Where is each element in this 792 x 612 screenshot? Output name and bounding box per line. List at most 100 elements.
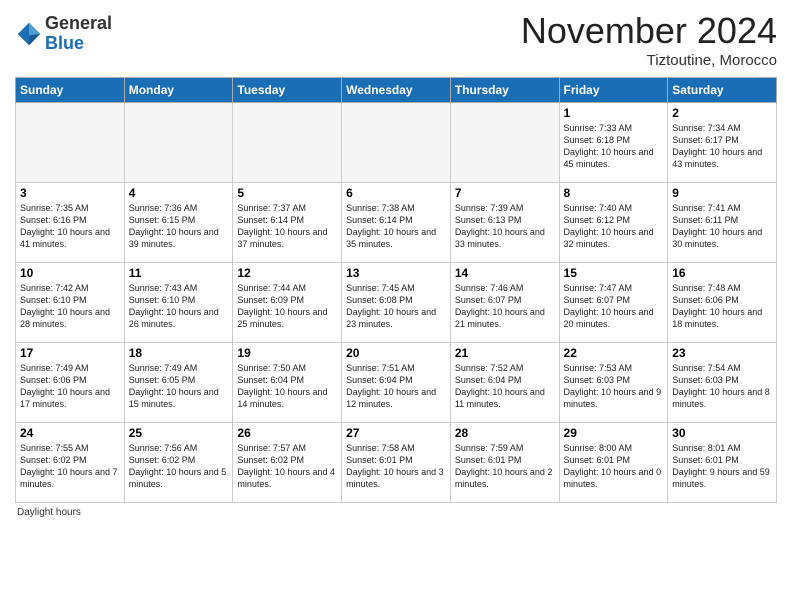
day-info: Sunrise: 7:42 AM Sunset: 6:10 PM Dayligh… [20,282,120,331]
calendar-cell: 11Sunrise: 7:43 AM Sunset: 6:10 PM Dayli… [124,263,233,343]
calendar-cell: 26 Sunrise: 7:57 AM Sunset: 6:02 PM Dayli… [233,423,342,503]
day-number: 8 [564,186,664,200]
day-info: Sunrise: 7:40 AM Sunset: 6:12 PM Dayligh… [564,202,664,251]
day-number: 10 [20,266,120,280]
week-row-2: 10 Sunrise: 7:42 AM Sunset: 6:10 PM Dayli… [16,263,777,343]
day-number: 5 [237,186,337,200]
calendar-cell: 27Sunrise: 7:58 AM Sunset: 6:01 PM Dayli… [342,423,451,503]
calendar-cell: 12 Sunrise: 7:44 AM Sunset: 6:09 PM Dayli… [233,263,342,343]
day-number: 20 [346,346,446,360]
day-header-sunday: Sunday [16,78,125,103]
day-number: 30 [672,426,772,440]
calendar-cell: 15 Sunrise: 7:47 AM Sunset: 6:07 PM Dayli… [559,263,668,343]
page-container: General Blue November 2024 Tiztoutine, M… [0,0,792,528]
day-info: Sunrise: 8:00 AM Sunset: 6:01 PM Dayligh… [564,442,664,491]
calendar-cell: 7 Sunrise: 7:39 AM Sunset: 6:13 PM Daylig… [450,183,559,263]
day-number: 16 [672,266,772,280]
day-info: Sunrise: 7:53 AM Sunset: 6:03 PM Dayligh… [564,362,664,411]
day-info: Sunrise: 7:55 AM Sunset: 6:02 PM Dayligh… [20,442,120,491]
logo-blue: Blue [45,33,84,53]
day-info: Sunrise: 7:36 AM Sunset: 6:15 PM Dayligh… [129,202,229,251]
day-info: Sunrise: 7:47 AM Sunset: 6:07 PM Dayligh… [564,282,664,331]
calendar-cell: 6Sunrise: 7:38 AM Sunset: 6:14 PM Daylig… [342,183,451,263]
calendar-cell: 19Sunrise: 7:50 AM Sunset: 6:04 PM Dayli… [233,343,342,423]
day-number: 18 [129,346,229,360]
calendar-cell: 20 Sunrise: 7:51 AM Sunset: 6:04 PM Dayli… [342,343,451,423]
day-number: 3 [20,186,120,200]
calendar-cell [342,103,451,183]
day-number: 13 [346,266,446,280]
calendar-cell [124,103,233,183]
calendar-table: SundayMondayTuesdayWednesdayThursdayFrid… [15,77,777,503]
day-header-friday: Friday [559,78,668,103]
week-row-1: 3 Sunrise: 7:35 AM Sunset: 6:16 PM Daylig… [16,183,777,263]
day-number: 29 [564,426,664,440]
title-block: November 2024 Tiztoutine, Morocco [521,10,777,69]
day-info: Sunrise: 7:51 AM Sunset: 6:04 PM Dayligh… [346,362,446,411]
day-number: 24 [20,426,120,440]
day-number: 21 [455,346,555,360]
day-info: Sunrise: 7:52 AM Sunset: 6:04 PM Dayligh… [455,362,555,411]
calendar-header-row: SundayMondayTuesdayWednesdayThursdayFrid… [16,78,777,103]
day-number: 11 [129,266,229,280]
day-info: Sunrise: 7:59 AM Sunset: 6:01 PM Dayligh… [455,442,555,491]
header: General Blue November 2024 Tiztoutine, M… [15,10,777,69]
calendar-cell: 14 Sunrise: 7:46 AM Sunset: 6:07 PM Dayli… [450,263,559,343]
logo: General Blue [15,14,112,54]
day-info: Sunrise: 7:37 AM Sunset: 6:14 PM Dayligh… [237,202,337,251]
day-header-wednesday: Wednesday [342,78,451,103]
day-number: 22 [564,346,664,360]
day-info: Sunrise: 7:39 AM Sunset: 6:13 PM Dayligh… [455,202,555,251]
calendar-cell [450,103,559,183]
day-number: 17 [20,346,120,360]
month-title: November 2024 [521,10,777,52]
day-info: Sunrise: 7:35 AM Sunset: 6:16 PM Dayligh… [20,202,120,251]
logo-text: General Blue [45,14,112,54]
day-info: Sunrise: 7:34 AM Sunset: 6:17 PM Dayligh… [672,122,772,171]
calendar-cell: 30 Sunrise: 8:01 AM Sunset: 6:01 PM Dayli… [668,423,777,503]
day-info: Sunrise: 7:33 AM Sunset: 6:18 PM Dayligh… [564,122,664,171]
day-info: Sunrise: 7:48 AM Sunset: 6:06 PM Dayligh… [672,282,772,331]
day-number: 23 [672,346,772,360]
calendar-cell: 1Sunrise: 7:33 AM Sunset: 6:18 PM Daylig… [559,103,668,183]
calendar-cell: 21 Sunrise: 7:52 AM Sunset: 6:04 PM Dayli… [450,343,559,423]
day-number: 6 [346,186,446,200]
day-number: 14 [455,266,555,280]
calendar-cell: 25Sunrise: 7:56 AM Sunset: 6:02 PM Dayli… [124,423,233,503]
day-number: 7 [455,186,555,200]
calendar-cell: 3 Sunrise: 7:35 AM Sunset: 6:16 PM Daylig… [16,183,125,263]
day-header-monday: Monday [124,78,233,103]
calendar-cell: 17 Sunrise: 7:49 AM Sunset: 6:06 PM Dayli… [16,343,125,423]
day-number: 28 [455,426,555,440]
calendar-cell: 18 Sunrise: 7:49 AM Sunset: 6:05 PM Dayli… [124,343,233,423]
day-info: Sunrise: 8:01 AM Sunset: 6:01 PM Dayligh… [672,442,772,491]
day-info: Sunrise: 7:49 AM Sunset: 6:06 PM Dayligh… [20,362,120,411]
day-number: 27 [346,426,446,440]
calendar-cell: 22 Sunrise: 7:53 AM Sunset: 6:03 PM Dayli… [559,343,668,423]
day-number: 12 [237,266,337,280]
day-header-saturday: Saturday [668,78,777,103]
calendar-cell: 23 Sunrise: 7:54 AM Sunset: 6:03 PM Dayli… [668,343,777,423]
logo-icon [15,20,43,48]
week-row-0: 1Sunrise: 7:33 AM Sunset: 6:18 PM Daylig… [16,103,777,183]
day-info: Sunrise: 7:49 AM Sunset: 6:05 PM Dayligh… [129,362,229,411]
calendar-cell: 29 Sunrise: 8:00 AM Sunset: 6:01 PM Dayli… [559,423,668,503]
day-info: Sunrise: 7:44 AM Sunset: 6:09 PM Dayligh… [237,282,337,331]
day-number: 9 [672,186,772,200]
week-row-4: 24 Sunrise: 7:55 AM Sunset: 6:02 PM Dayli… [16,423,777,503]
day-number: 26 [237,426,337,440]
day-number: 2 [672,106,772,120]
day-info: Sunrise: 7:57 AM Sunset: 6:02 PM Dayligh… [237,442,337,491]
calendar-cell: 9Sunrise: 7:41 AM Sunset: 6:11 PM Daylig… [668,183,777,263]
day-info: Sunrise: 7:45 AM Sunset: 6:08 PM Dayligh… [346,282,446,331]
day-header-thursday: Thursday [450,78,559,103]
calendar-cell: 24 Sunrise: 7:55 AM Sunset: 6:02 PM Dayli… [16,423,125,503]
calendar-cell [16,103,125,183]
day-number: 15 [564,266,664,280]
day-info: Sunrise: 7:54 AM Sunset: 6:03 PM Dayligh… [672,362,772,411]
calendar-cell: 5 Sunrise: 7:37 AM Sunset: 6:14 PM Daylig… [233,183,342,263]
day-number: 19 [237,346,337,360]
day-number: 4 [129,186,229,200]
footer-note: Daylight hours [15,507,777,518]
day-info: Sunrise: 7:46 AM Sunset: 6:07 PM Dayligh… [455,282,555,331]
